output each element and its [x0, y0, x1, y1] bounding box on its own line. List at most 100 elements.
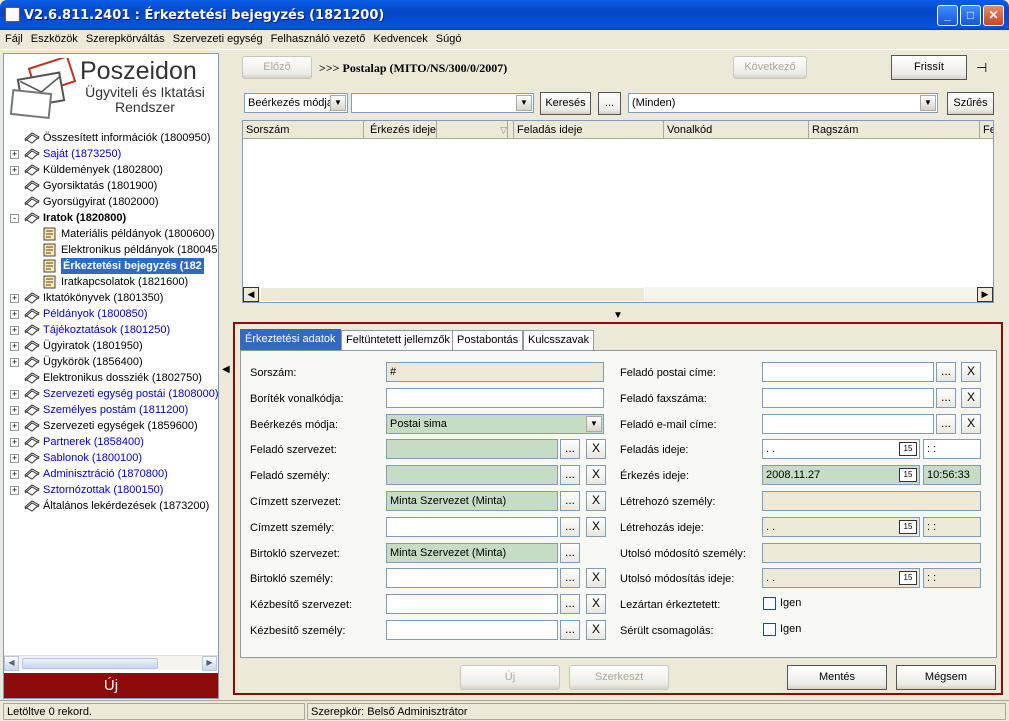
next-button[interactable]: Következő [733, 56, 807, 79]
calendar-icon[interactable]: 15 [899, 520, 917, 534]
expand-icon[interactable]: + [10, 358, 19, 367]
expand-icon[interactable]: + [10, 438, 19, 447]
expand-icon[interactable]: + [10, 454, 19, 463]
tree-node[interactable]: Gyorsiktatás (1801900) [4, 178, 218, 194]
menu-item-szervezeti-egyseg[interactable]: Szervezeti egység [168, 30, 266, 45]
form-field[interactable] [386, 388, 604, 408]
form-field[interactable]: Postai sima ▼ [386, 414, 604, 434]
edit-button[interactable]: Szerkeszt [569, 665, 669, 690]
lookup-ellipsis-button[interactable]: ... [560, 543, 580, 563]
menu-item-eszkozok[interactable]: Eszközök [26, 30, 81, 45]
collapse-icon[interactable]: - [10, 214, 19, 223]
tree-node[interactable]: + Ügykörök (1856400) [4, 354, 218, 370]
lookup-ellipsis-button[interactable]: ... [936, 414, 956, 434]
tree-node[interactable]: + Ügyiratok (1801950) [4, 338, 218, 354]
expand-icon[interactable]: + [10, 150, 19, 159]
tree-node[interactable]: Elektronikus példányok (180045 [4, 242, 218, 258]
clear-icon[interactable]: X [586, 517, 606, 537]
form-field[interactable] [762, 362, 934, 382]
filter-button[interactable]: Szűrés [947, 92, 994, 115]
tree-node[interactable]: + Saját (1873250) [4, 146, 218, 162]
tree-node[interactable]: - Iratok (1820800) [4, 210, 218, 226]
minimize-button[interactable]: _ [937, 5, 958, 26]
form-field[interactable] [386, 620, 558, 640]
column-header-fe[interactable]: Fe [980, 121, 993, 139]
menu-item-kedvencek[interactable]: Kedvencek [368, 30, 430, 45]
expand-icon[interactable]: + [10, 486, 19, 495]
lookup-ellipsis-button[interactable]: ... [560, 517, 580, 537]
lookup-ellipsis-button[interactable]: ... [560, 594, 580, 614]
clear-icon[interactable]: X [961, 414, 981, 434]
menu-item-sugo[interactable]: Súgó [431, 30, 465, 45]
tree-node[interactable]: + Küldemények (1802800) [4, 162, 218, 178]
form-field[interactable] [386, 517, 558, 537]
expand-icon[interactable]: + [10, 294, 19, 303]
previous-button[interactable]: Előző [242, 56, 312, 79]
form-field[interactable] [762, 491, 981, 511]
tab-erkeztetesi-adatok[interactable]: Érkeztetési adatok [240, 329, 341, 351]
expand-icon[interactable]: + [10, 470, 19, 479]
clear-icon[interactable]: X [586, 491, 606, 511]
form-field[interactable] [386, 568, 558, 588]
search-field-select[interactable]: Beérkezés módja ▼ [244, 93, 348, 113]
tree-node[interactable]: + Szervezeti egységek (1859600) [4, 418, 218, 434]
records-grid[interactable]: Sorszám Érkezés ideje ▽ Feladás ideje Von… [242, 120, 994, 303]
form-field[interactable] [762, 543, 981, 563]
filter-select[interactable]: (Minden) ▼ [628, 93, 938, 113]
tree-node[interactable]: + Iktatókönyvek (1801350) [4, 290, 218, 306]
column-header-sorszam[interactable]: Sorszám [243, 121, 364, 139]
tree-node[interactable]: + Sztornózottak (1800150) [4, 482, 218, 498]
calendar-icon[interactable]: 15 [899, 571, 917, 585]
dropdown-arrow-icon[interactable]: ▼ [330, 95, 346, 111]
tree-node[interactable]: + Sablonok (1800100) [4, 450, 218, 466]
checkbox[interactable] [763, 597, 776, 610]
tree-node[interactable]: Érkeztetési bejegyzés (182 [4, 258, 218, 274]
expand-icon[interactable]: + [10, 326, 19, 335]
form-field[interactable] [762, 414, 934, 434]
cancel-button[interactable]: Mégsem [896, 665, 996, 690]
calendar-icon[interactable]: 15 [899, 468, 917, 482]
grid-horizontal-scrollbar[interactable]: ◀ ▶ [243, 287, 993, 302]
menu-item-fajl[interactable]: Fájl [0, 30, 26, 45]
save-button[interactable]: Mentés [787, 665, 887, 690]
search-ellipsis-button[interactable]: ... [598, 92, 621, 115]
pin-icon[interactable]: ⊣ [976, 60, 987, 76]
clear-icon[interactable]: X [961, 388, 981, 408]
form-field[interactable]: # [386, 362, 604, 382]
date-field[interactable]: . . 15 [762, 568, 920, 588]
date-field[interactable]: . . 15 [762, 439, 920, 459]
form-field[interactable] [386, 594, 558, 614]
tree-node[interactable]: Materiális példányok (1800600) [4, 226, 218, 242]
tree-horizontal-scrollbar[interactable]: ◀ ▶ [4, 655, 218, 671]
dropdown-arrow-icon[interactable]: ▼ [586, 416, 602, 432]
menu-item-felhasznalo-vezeto[interactable]: Felhasználó vezető [266, 30, 369, 45]
form-field[interactable]: Minta Szervezet (Minta) [386, 491, 558, 511]
checkbox[interactable] [763, 623, 776, 636]
expand-icon[interactable]: + [10, 406, 19, 415]
tree-node[interactable]: + Adminisztráció (1870800) [4, 466, 218, 482]
clear-icon[interactable]: X [586, 594, 606, 614]
tab-kulcsszavak[interactable]: Kulcsszavak [523, 330, 595, 350]
lookup-ellipsis-button[interactable]: ... [936, 362, 956, 382]
date-field[interactable]: 2008.11.27 15 [762, 465, 920, 485]
scroll-right-icon[interactable]: ▶ [202, 656, 217, 671]
form-field[interactable] [386, 465, 558, 485]
form-field[interactable]: Minta Szervezet (Minta) [386, 543, 558, 563]
clear-icon[interactable]: X [586, 439, 606, 459]
time-field[interactable]: 10:56:33 [923, 465, 981, 485]
lookup-ellipsis-button[interactable]: ... [560, 465, 580, 485]
menu-item-szerepkorvaltas[interactable]: Szerepkörváltás [81, 30, 168, 45]
expand-icon[interactable]: + [10, 390, 19, 399]
clear-icon[interactable]: X [586, 568, 606, 588]
date-field[interactable]: . . 15 [762, 517, 920, 537]
form-field[interactable] [386, 439, 558, 459]
collapse-pane-icon[interactable]: ◀ [222, 360, 231, 380]
tree-node[interactable]: Iratkapcsolatok (1821600) [4, 274, 218, 290]
form-field[interactable] [762, 388, 934, 408]
tree-node[interactable]: + Partnerek (1858400) [4, 434, 218, 450]
tree-node[interactable]: Összesített információk (1800950) [4, 130, 218, 146]
scroll-left-icon[interactable]: ◀ [4, 656, 19, 671]
grid-scroll-left-icon[interactable]: ◀ [243, 287, 259, 302]
dropdown-arrow-icon[interactable]: ▼ [516, 95, 532, 111]
new-button[interactable]: Új [460, 665, 560, 690]
